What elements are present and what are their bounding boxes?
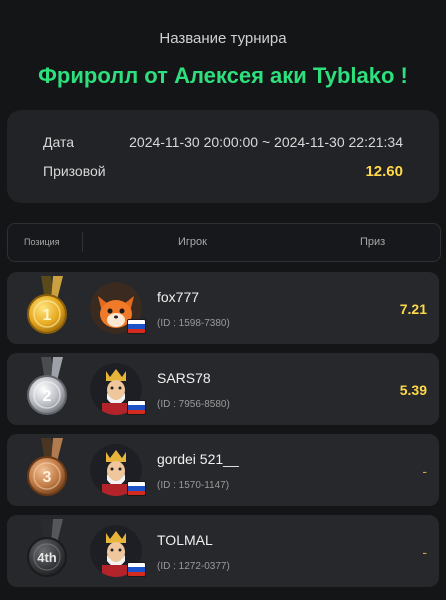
player-name: fox777 bbox=[157, 289, 200, 305]
dark-medal-icon: 4th bbox=[27, 519, 67, 577]
column-position: Позиция bbox=[24, 237, 60, 247]
player-name: gordei 521__ bbox=[157, 451, 239, 467]
column-player: Игрок bbox=[178, 236, 207, 248]
player-id: (ID : 1598-7380) bbox=[157, 318, 230, 329]
player-id: (ID : 1570-1147) bbox=[157, 480, 230, 491]
silver-medal-icon: 2 bbox=[27, 357, 67, 415]
prize-pool-value: 12.60 bbox=[365, 163, 403, 180]
leaderboard-row[interactable]: 3 gordei 521__ (ID : 1570-1147) - bbox=[7, 434, 439, 506]
tournament-info-card: Дата 2024-11-30 20:00:00 ~ 2024-11-30 22… bbox=[7, 110, 439, 203]
tournament-title: Фриролл от Алексея аки Tyblako ! bbox=[38, 63, 408, 88]
column-prize: Приз bbox=[360, 236, 386, 248]
tournament-subtitle: Название турнира bbox=[159, 30, 287, 47]
place-number: 1 bbox=[43, 307, 52, 324]
prize-pool-label: Призовой bbox=[43, 163, 106, 179]
russia-flag-icon bbox=[127, 319, 146, 334]
bronze-medal-icon: 3 bbox=[27, 438, 67, 496]
player-prize: - bbox=[422, 544, 427, 560]
player-id: (ID : 1272-0377) bbox=[157, 561, 230, 572]
russia-flag-icon bbox=[127, 562, 146, 577]
place-number: 4th bbox=[37, 550, 57, 565]
russia-flag-icon bbox=[127, 481, 146, 496]
player-prize: 5.39 bbox=[399, 382, 427, 398]
player-prize: 7.21 bbox=[399, 301, 427, 317]
gold-medal-icon: 1 bbox=[27, 276, 67, 334]
results-table-header: Позиция Игрок Приз bbox=[7, 223, 441, 262]
player-id: (ID : 7956-8580) bbox=[157, 399, 230, 410]
player-name: SARS78 bbox=[157, 370, 211, 386]
player-prize: - bbox=[422, 463, 427, 479]
leaderboard-row[interactable]: 2 SARS78 (ID : 7956-8580) 5.39 bbox=[7, 353, 439, 425]
leaderboard-row[interactable]: 4th TOLMAL (ID : 1272-0377) - bbox=[7, 515, 439, 587]
header-divider bbox=[82, 232, 83, 252]
player-name: TOLMAL bbox=[157, 532, 213, 548]
russia-flag-icon bbox=[127, 400, 146, 415]
place-number: 3 bbox=[43, 469, 52, 486]
leaderboard-row[interactable]: 1 fox777 (ID : 1598-7380) 7.21 bbox=[7, 272, 439, 344]
date-value: 2024-11-30 20:00:00 ~ 2024-11-30 22:21:3… bbox=[129, 134, 403, 150]
date-label: Дата bbox=[43, 134, 75, 150]
place-number: 2 bbox=[43, 388, 52, 405]
